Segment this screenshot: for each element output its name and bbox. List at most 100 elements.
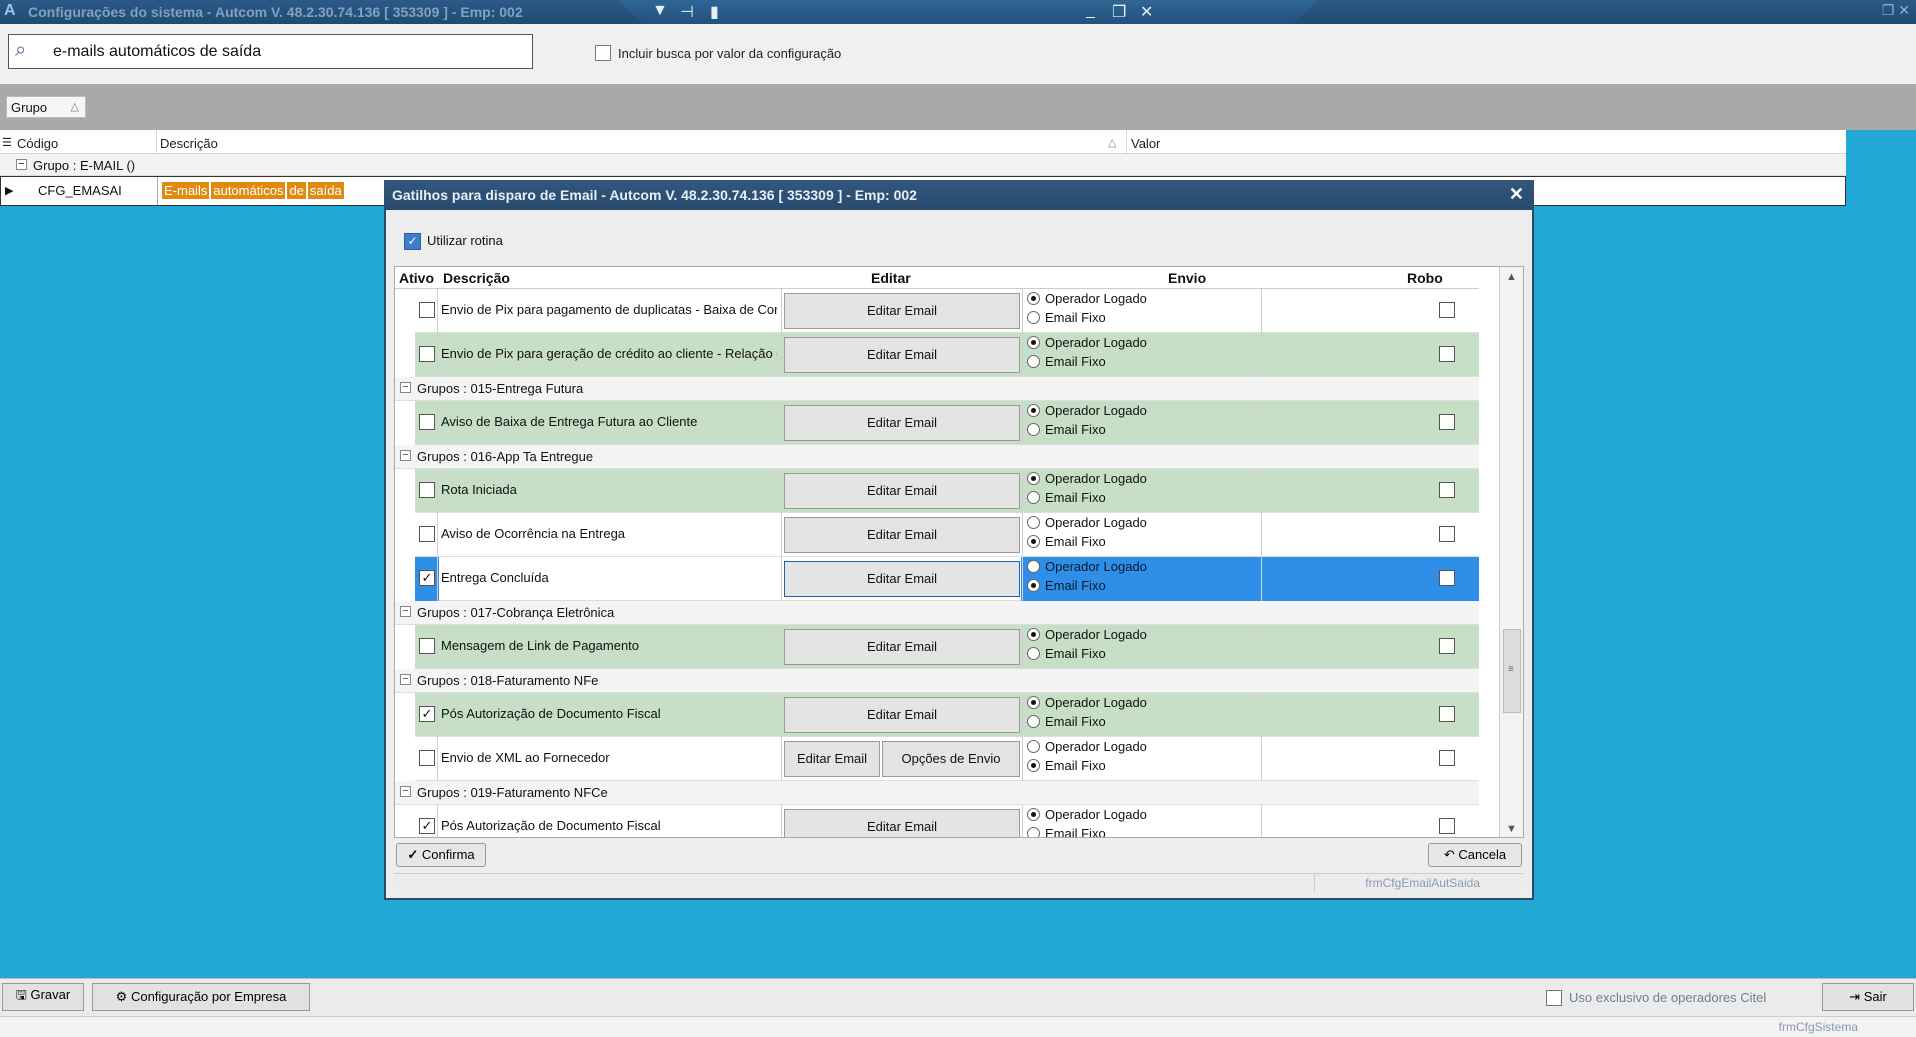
trigger-group-row[interactable]: − Grupos : 016-App Ta Entregue [395, 445, 1479, 469]
fixed-email-radio[interactable] [1027, 715, 1040, 728]
grid-header [0, 130, 1846, 154]
robot-checkbox[interactable] [1439, 570, 1455, 586]
scroll-thumb[interactable]: ≡ [1503, 629, 1521, 713]
trigger-row[interactable]: Aviso de Baixa de Entrega Futura ao Clie… [415, 401, 1479, 445]
column-header-codigo[interactable]: Código [17, 136, 58, 151]
edit-email-button[interactable]: Editar Email [784, 809, 1020, 837]
operator-radio[interactable] [1027, 628, 1040, 641]
collapse-icon[interactable]: − [400, 786, 411, 797]
exclusive-use-checkbox[interactable] [1546, 990, 1562, 1006]
dialog-close-icon[interactable]: ✕ [1509, 184, 1524, 205]
close-icon[interactable]: ✕ [1140, 2, 1153, 22]
operator-radio[interactable] [1027, 516, 1040, 529]
search-input[interactable]: ⌕ e-mails automáticos de saída [8, 34, 533, 69]
collapse-icon[interactable]: − [400, 382, 411, 393]
trigger-group-row[interactable]: − Grupos : 018-Faturamento NFe [395, 669, 1479, 693]
operator-radio[interactable] [1027, 292, 1040, 305]
collapse-icon[interactable]: − [400, 450, 411, 461]
active-checkbox[interactable]: ✓ [419, 570, 435, 586]
column-header-descricao[interactable]: Descrição [160, 136, 218, 151]
cancel-button[interactable]: ↶ Cancela [1428, 843, 1522, 867]
trigger-row[interactable]: ✓ Pós Autorização de Documento Fiscal Edit… [415, 805, 1479, 837]
vertical-scrollbar[interactable]: ▲ ≡ ▼ [1499, 267, 1523, 837]
robot-checkbox[interactable] [1439, 638, 1455, 654]
trigger-row[interactable]: Envio de Pix para geração de crédito ao … [415, 333, 1479, 377]
edit-email-button[interactable]: Editar Email [784, 473, 1020, 509]
fixed-email-radio[interactable] [1027, 355, 1040, 368]
signal-icon[interactable]: ▮ [710, 2, 719, 22]
trigger-row[interactable]: ✓ Pós Autorização de Documento Fiscal Edit… [415, 693, 1479, 737]
active-checkbox[interactable] [419, 526, 435, 542]
robot-checkbox[interactable] [1439, 414, 1455, 430]
company-config-button[interactable]: ⚙ Configuração por Empresa [92, 983, 310, 1011]
fixed-email-radio[interactable] [1027, 827, 1040, 837]
fixed-email-radio[interactable] [1027, 491, 1040, 504]
scroll-up-icon[interactable]: ▲ [1506, 271, 1517, 283]
active-checkbox[interactable] [419, 482, 435, 498]
robot-checkbox[interactable] [1439, 526, 1455, 542]
trigger-row[interactable]: Envio de XML ao Fornecedor Editar Email Op… [415, 737, 1479, 781]
edit-email-button[interactable]: Editar Email [784, 337, 1020, 373]
trigger-group-row[interactable]: − Grupos : 015-Entrega Futura [395, 377, 1479, 401]
edit-email-button[interactable]: Editar Email [784, 517, 1020, 553]
collapse-icon[interactable]: − [16, 159, 27, 170]
fixed-email-radio[interactable] [1027, 759, 1040, 772]
trigger-row[interactable]: Envio de Pix para pagamento de duplicata… [415, 289, 1479, 333]
grid-group-row[interactable]: − Grupo : E-MAIL () [0, 154, 1846, 176]
fixed-email-radio[interactable] [1027, 579, 1040, 592]
trigger-group-row[interactable]: − Grupos : 019-Faturamento NFCe [395, 781, 1479, 805]
active-checkbox[interactable] [419, 302, 435, 318]
operator-radio[interactable] [1027, 740, 1040, 753]
fixed-email-radio[interactable] [1027, 423, 1040, 436]
include-value-search-checkbox[interactable] [595, 45, 611, 61]
robot-checkbox[interactable] [1439, 482, 1455, 498]
minimize-icon[interactable]: _ [1086, 2, 1095, 20]
edit-email-button[interactable]: Editar Email [784, 741, 880, 777]
fixed-email-radio[interactable] [1027, 311, 1040, 324]
edit-email-button[interactable]: Editar Email [784, 697, 1020, 733]
pin-icon[interactable]: ⊣ [680, 2, 694, 22]
collapse-icon[interactable]: − [400, 674, 411, 685]
dropdown-icon[interactable]: ▼ [652, 2, 668, 20]
column-header-valor[interactable]: Valor [1131, 136, 1160, 151]
operator-radio[interactable] [1027, 336, 1040, 349]
trigger-row[interactable]: Mensagem de Link de Pagamento Editar Emai… [415, 625, 1479, 669]
grid-menu-icon[interactable]: ☰ [2, 136, 12, 149]
active-checkbox[interactable]: ✓ [419, 818, 435, 834]
fixed-email-radio[interactable] [1027, 647, 1040, 660]
confirm-button[interactable]: ✓ Confirma [396, 843, 486, 867]
edit-email-button[interactable]: Editar Email [784, 629, 1020, 665]
operator-radio[interactable] [1027, 404, 1040, 417]
exit-button[interactable]: ⇥ Sair [1822, 983, 1914, 1011]
trigger-row[interactable]: Rota Iniciada Editar Email Operador Logado… [415, 469, 1479, 513]
trigger-group-row[interactable]: − Grupos : 017-Cobrança Eletrônica [395, 601, 1479, 625]
group-column-button[interactable]: Grupo △ [6, 96, 86, 118]
operator-radio[interactable] [1027, 472, 1040, 485]
edit-email-button[interactable]: Editar Email [784, 293, 1020, 329]
trigger-row[interactable]: Aviso de Ocorrência na Entrega Editar Ema… [415, 513, 1479, 557]
save-button[interactable]: 🖫 Gravar [2, 983, 84, 1011]
active-checkbox[interactable] [419, 346, 435, 362]
operator-radio[interactable] [1027, 696, 1040, 709]
fixed-email-radio[interactable] [1027, 535, 1040, 548]
edit-email-button[interactable]: Editar Email [784, 405, 1020, 441]
restore-icon[interactable]: ❐ [1112, 2, 1126, 22]
active-checkbox[interactable]: ✓ [419, 706, 435, 722]
trigger-row[interactable]: ✓ Entrega Concluída Editar Email Operador L… [415, 557, 1479, 601]
send-options-button[interactable]: Opções de Envio [882, 741, 1020, 777]
robot-checkbox[interactable] [1439, 302, 1455, 318]
use-routine-checkbox[interactable]: ✓ [404, 233, 421, 250]
robot-checkbox[interactable] [1439, 346, 1455, 362]
active-checkbox[interactable] [419, 414, 435, 430]
edit-email-button[interactable]: Editar Email [784, 561, 1020, 597]
operator-radio[interactable] [1027, 808, 1040, 821]
robot-checkbox[interactable] [1439, 706, 1455, 722]
scroll-down-icon[interactable]: ▼ [1506, 823, 1517, 835]
collapse-icon[interactable]: − [400, 606, 411, 617]
robot-checkbox[interactable] [1439, 750, 1455, 766]
robot-checkbox[interactable] [1439, 818, 1455, 834]
operator-radio[interactable] [1027, 560, 1040, 573]
window-restore-icon[interactable]: ❐ ✕ [1882, 2, 1910, 19]
active-checkbox[interactable] [419, 750, 435, 766]
active-checkbox[interactable] [419, 638, 435, 654]
